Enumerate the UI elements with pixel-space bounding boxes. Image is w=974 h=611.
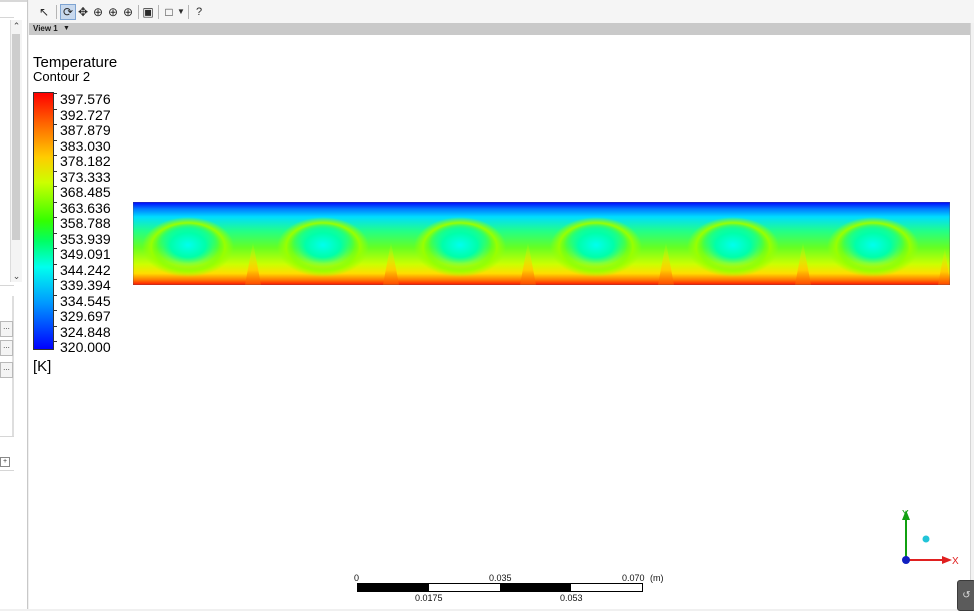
panel-separator [0,17,14,18]
legend-tick [53,325,57,327]
legend-tick [53,93,57,94]
scale-label-mid: 0.035 [489,573,512,583]
legend-tick [53,310,57,311]
legend-tick-label: 344.242 [60,261,111,278]
temperature-contour [133,202,950,285]
legend-tick-label: 339.394 [60,277,111,293]
pan-icon[interactable]: ✥ [76,5,90,19]
select-icon[interactable]: ↖ [37,5,51,19]
view-tab-label[interactable]: View 1 [33,23,58,35]
scale-bar [357,583,643,592]
legend-tick-label: 320.000 [60,339,111,355]
legend-tick [53,124,57,125]
legend-tick-label: 373.333 [60,168,111,185]
zoom-icon[interactable]: ⊕ [91,5,105,19]
legend-tick [53,186,57,187]
panel-separator [0,436,14,437]
legend-tick-label: 329.697 [60,308,111,324]
scroll-up-icon[interactable]: ⌃ [11,20,22,32]
panel-scrollbar[interactable]: ⌃ ⌄ [10,20,22,282]
browse-button[interactable]: ... [0,321,13,337]
toolbar-separator [188,5,189,19]
expand-icon[interactable]: + [0,457,10,467]
legend-tick [53,155,57,156]
legend-tick [53,341,57,342]
scale-label-end: 0.070 [622,573,645,583]
viewport-layout-icon[interactable]: ▼ [174,5,188,19]
toolbar-separator [138,5,139,19]
zoom-to-icon[interactable]: ▣ [141,5,155,19]
zoom-box-icon[interactable]: ⊕ [106,5,120,19]
help-icon[interactable]: ? [192,5,206,19]
legend-tick-label: 353.939 [60,230,111,247]
legend-tick [53,108,57,110]
browse-button[interactable]: ... [0,340,13,356]
legend-subtitle: Contour 2 [33,69,91,84]
scale-label-quarter: 0.0175 [415,593,443,603]
legend-tick-label: 392.727 [60,106,111,123]
view-tab-bar: View 1 ▼ [29,23,970,35]
scroll-down-icon[interactable]: ⌄ [11,270,22,282]
scrollbar-thumb[interactable] [12,34,20,240]
panel-top-border [0,0,27,2]
axis-y-label: Y [902,509,909,520]
browse-button[interactable]: ... [0,362,13,378]
right-edge [970,23,974,609]
legend-tick-label: 349.091 [60,246,111,262]
sync-icon: ↺ [962,590,971,601]
legend-unit: [K] [33,358,52,375]
legend-tick [53,139,57,141]
scale-label-zero: 0 [354,573,360,583]
legend-tick [53,232,57,234]
legend-tick [53,170,57,172]
legend-tick-label: 358.788 [60,215,111,231]
axis-triad[interactable]: Y X [896,504,960,568]
zoom-fit-icon[interactable]: ⊕ [121,5,135,19]
legend-tick [53,279,57,280]
legend-tick-label: 387.879 [60,122,111,138]
legend-tick [53,263,57,265]
legend-tick [53,217,57,218]
panel-separator [0,470,14,471]
legend-tick [53,201,57,203]
toolbar-separator [158,5,159,19]
toolbar-separator [56,5,57,19]
scale-label-three-quarter: 0.053 [560,593,583,603]
legend-tick [53,294,57,296]
legend-tick-label: 397.576 [60,91,111,107]
graphics-viewport[interactable] [29,35,970,609]
scale-segment [500,584,571,591]
scale-segment [358,584,429,591]
scale-unit: (m) [650,573,664,583]
legend-tick-label: 383.030 [60,137,111,154]
axis-x-label: X [952,556,959,567]
left-side-panel: ⌃ ⌄ ... ... ... + [0,0,28,609]
legend-tick-label: 368.485 [60,184,111,200]
legend-tick-label: 378.182 [60,153,111,169]
sync-view-button[interactable]: ↺ [957,580,974,611]
rotate-icon[interactable]: ⟳ [60,4,76,20]
viewer-toolbar: ↖ ⟳ ✥ ⊕ ⊕ ⊕ ▣ □ ▼ ? [29,0,974,24]
legend-tick-label: 334.545 [60,292,111,309]
legend-colorbar [33,92,54,350]
legend-tick [53,248,57,249]
legend-tick-label: 324.848 [60,323,111,340]
legend-tick-label: 363.636 [60,199,111,216]
panel-separator [0,285,14,286]
view-dropdown-icon[interactable]: ▼ [63,23,70,35]
